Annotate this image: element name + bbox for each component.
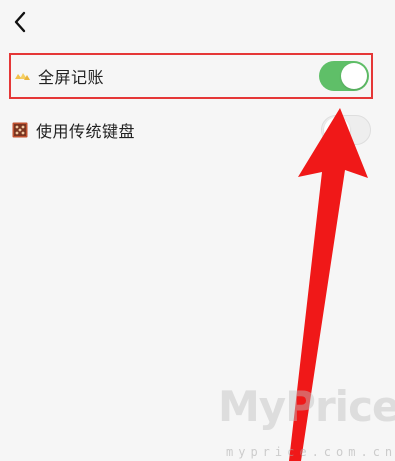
setting-row-traditional-keyboard[interactable]: 使用传统键盘 [9,107,373,153]
back-button[interactable] [8,8,32,36]
setting-label-traditional-keyboard: 使用传统键盘 [36,122,136,141]
settings-page: 全屏记账 使用传统键盘 MyPrice myprice.com.cn [0,0,395,461]
watermark-text: MyPrice [218,382,395,431]
traditional-keyboard-toggle[interactable] [321,115,371,145]
toggle-knob [324,117,350,143]
watermark-subtext: myprice.com.cn [226,445,395,459]
chevron-left-icon [14,11,26,33]
fullscreen-toggle[interactable] [319,61,369,91]
setting-label-fullscreen: 全屏记账 [38,68,105,87]
setting-row-fullscreen[interactable]: 全屏记账 [9,53,373,99]
gold-bars-icon [13,67,31,85]
toggle-knob [341,63,367,89]
abacus-icon [11,121,29,139]
